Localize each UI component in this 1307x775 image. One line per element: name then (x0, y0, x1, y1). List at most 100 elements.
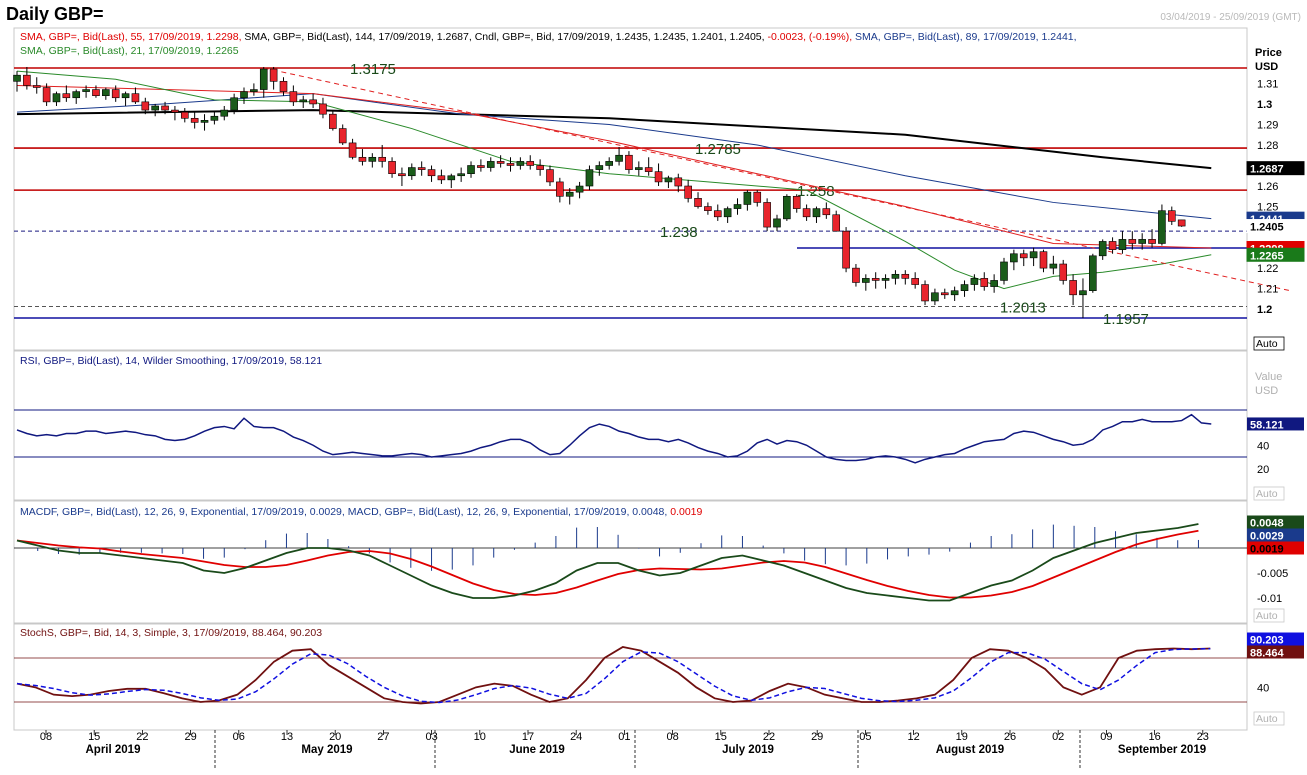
candle (862, 274, 870, 291)
candle (931, 288, 939, 306)
candle-body (32, 85, 41, 88)
candle-body (151, 105, 159, 111)
candle-body (250, 89, 258, 92)
macd-signal-line (16, 529, 1199, 599)
candle-body (289, 91, 298, 103)
candle-body (477, 165, 485, 168)
price-tick-1.29: 1.29 (1257, 119, 1278, 131)
candle (871, 272, 880, 289)
candle (802, 204, 811, 221)
candle (1148, 229, 1156, 248)
candle-body (931, 292, 939, 302)
candle (921, 280, 929, 306)
candle-body (447, 175, 456, 181)
candle (1029, 247, 1038, 267)
candle-body (605, 161, 614, 166)
price-tick-1.22: 1.22 (1257, 263, 1278, 275)
candle-body (1098, 241, 1107, 257)
price-legend-line1: SMA, GBP=, Bid(Last), 55, 17/09/2019, 1.… (20, 31, 1077, 43)
candle (250, 83, 258, 96)
candle-body (486, 161, 495, 168)
candle (427, 165, 436, 182)
macd-auto-label: Auto (1256, 610, 1278, 622)
macd-panel-frame (13, 500, 1248, 624)
candle (556, 177, 564, 203)
x-day-5: 13 (281, 731, 293, 743)
candle-body (1010, 253, 1018, 263)
rsi-legend: RSI, GBP=, Bid(Last), 14, Wilder Smoothi… (20, 355, 322, 367)
stoch-d-line (16, 647, 1211, 704)
price-tick-1.21: 1.21 (1257, 284, 1278, 296)
candle (783, 194, 791, 221)
rsi-panel-frame (13, 350, 1248, 501)
candle-body (417, 167, 426, 170)
stoch-tag-88.464: 88.464 (1250, 648, 1285, 660)
candle-body (427, 169, 436, 177)
x-month-0: April 2019 (86, 744, 141, 756)
candle (151, 103, 159, 117)
x-day-21: 02 (1052, 731, 1064, 743)
x-day-6: 20 (329, 731, 341, 743)
candle-body (1118, 239, 1127, 250)
candle (694, 192, 702, 209)
macd-tick-0: -0.005 (1257, 568, 1288, 580)
candle (289, 85, 298, 106)
macd-tag-0.0029: 0.0029 (1250, 531, 1284, 543)
candle-body (1128, 239, 1137, 244)
price-legend-segment-1: SMA, GBP=, Bid(Last), 144, 17/09/2019, 1… (242, 31, 472, 43)
candle-body (960, 284, 969, 292)
candle-body (1049, 263, 1058, 269)
candle (348, 138, 357, 160)
candle-body (121, 93, 130, 99)
sma-55-line (16, 84, 1212, 249)
price-tick-1.31: 1.31 (1257, 78, 1278, 90)
candle (704, 202, 712, 215)
price-tag-1.2265: 1.2265 (1250, 250, 1284, 262)
candle-body (1069, 280, 1077, 296)
candle (190, 112, 199, 129)
level-label-3: 1.238 (660, 224, 698, 241)
price-tick-1.28: 1.28 (1257, 140, 1278, 152)
candle-body (319, 103, 327, 115)
candle (388, 157, 396, 178)
candle-body (871, 278, 880, 281)
x-day-7: 27 (377, 731, 389, 743)
candle-body (664, 177, 673, 183)
candle (358, 149, 367, 166)
candle-body (565, 191, 574, 197)
candle (1010, 249, 1018, 271)
price-legend-segment-0: SMA, GBP=, Bid(Last), 55, 17/09/2019, 1.… (20, 31, 242, 43)
candle (210, 112, 219, 125)
candle (72, 89, 81, 104)
candle-body (1039, 251, 1048, 269)
candle (654, 163, 663, 187)
level-label-4: 1.2013 (1000, 300, 1046, 317)
macd-legend: MACDF, GBP=, Bid(Last), 12, 26, 9, Expon… (20, 506, 703, 518)
candle (575, 181, 584, 199)
x-month-1: May 2019 (301, 744, 352, 756)
candle-body (190, 117, 199, 123)
candle-body (200, 120, 209, 123)
level-label-1: 1.2785 (695, 141, 741, 158)
candle (417, 161, 426, 176)
x-day-24: 23 (1197, 731, 1209, 743)
candle (536, 159, 544, 176)
candle (585, 165, 594, 191)
x-day-1: 15 (88, 731, 100, 743)
candle (881, 274, 890, 289)
candle-body (980, 278, 989, 287)
candle-body (921, 284, 929, 302)
level-label-2: 1.258 (797, 183, 835, 200)
candle (743, 190, 752, 211)
candle-body (792, 195, 801, 209)
candle-body (240, 91, 248, 99)
candle (812, 206, 821, 223)
candle-body (595, 165, 604, 170)
candle-body (407, 167, 416, 177)
candle-body (625, 154, 633, 170)
candle-body (940, 292, 949, 296)
downtrend-line (263, 67, 1291, 292)
candle (891, 270, 900, 285)
candle-body (82, 89, 90, 92)
candle (447, 173, 456, 189)
